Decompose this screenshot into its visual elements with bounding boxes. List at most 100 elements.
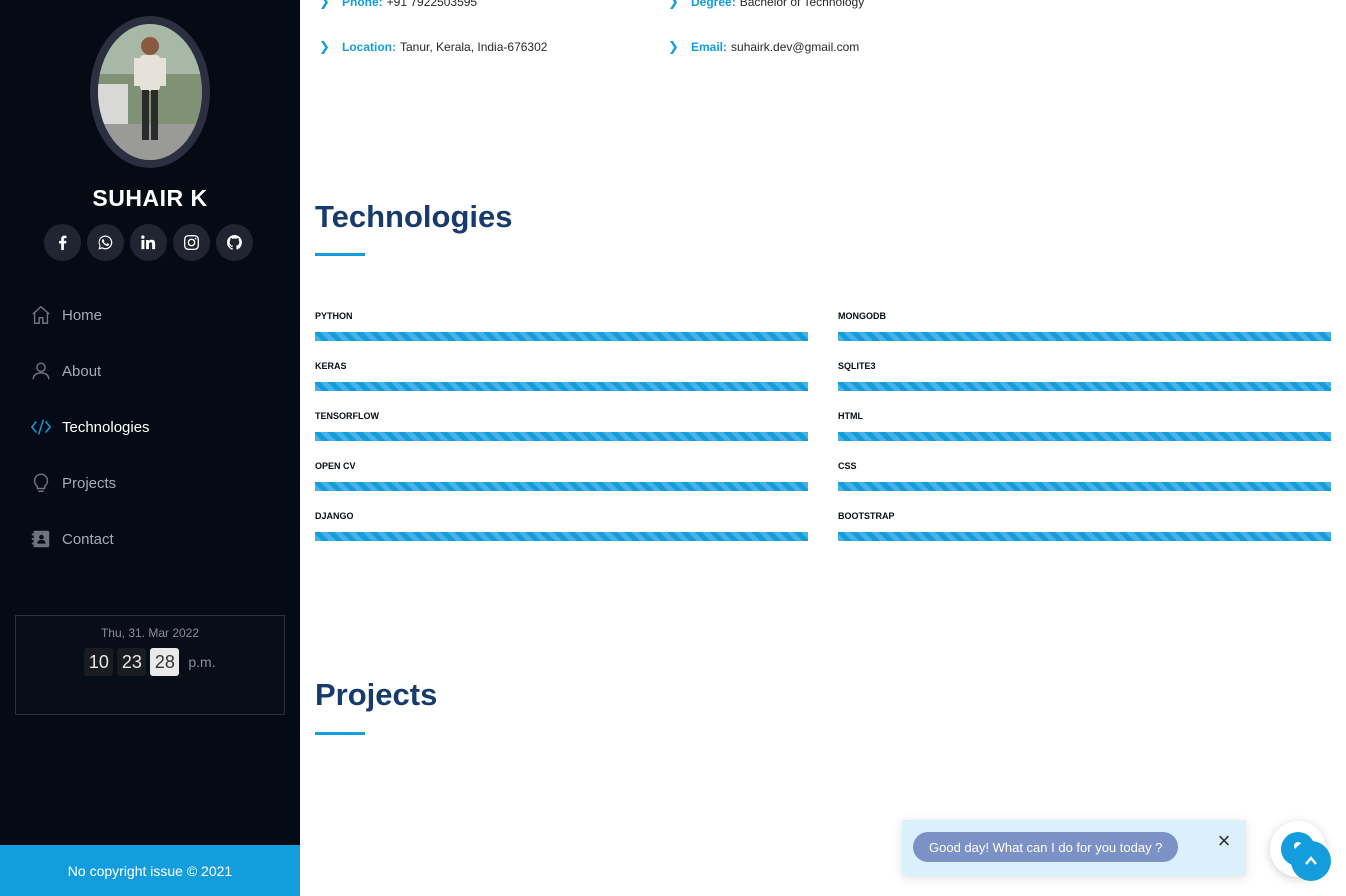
user-icon [30, 360, 52, 382]
chat-greeting[interactable]: Good day! What can I do for you today ? [913, 832, 1179, 862]
lightbulb-icon [30, 472, 52, 494]
home-icon [30, 304, 52, 326]
skill-item: MONGODB [838, 311, 1331, 341]
info-phone: ❯ Phone: +91 7922503595 [319, 0, 477, 10]
skill-item: CSS [838, 461, 1331, 491]
info-degree: ❯ Degree: Bachelor of Technology [668, 0, 864, 10]
sidebar: SUHAIR K Home About Technologies Project… [0, 0, 300, 896]
skill-name: SQLITE3 [838, 361, 876, 371]
skill-progress-track [838, 532, 1331, 541]
social-links [44, 224, 253, 261]
skill-progress-track [838, 332, 1331, 341]
skill-item: PYTHON [315, 311, 808, 341]
clock-date: Thu, 31. Mar 2022 [100, 626, 200, 640]
info-value: suhairk.dev@gmail.com [731, 40, 860, 54]
skill-name: BOOTSTRAP [838, 511, 895, 521]
skill-progress-track [315, 482, 808, 491]
nav-item-label: Technologies [62, 418, 150, 436]
linkedin-link[interactable] [130, 224, 167, 261]
chevron-right-icon: ❯ [668, 39, 679, 54]
skill-item: BOOTSTRAP [838, 511, 1331, 541]
main-content: ❯ Phone: +91 7922503595 ❯ Degree: Bachel… [300, 0, 1346, 896]
info-location: ❯ Location: Tanur, Kerala, India-676302 [319, 39, 547, 55]
skill-name: TENSORFLOW [315, 411, 379, 421]
back-to-top-button[interactable] [1291, 841, 1331, 881]
skill-item: KERAS [315, 361, 808, 391]
skill-progress-bar [838, 382, 1331, 391]
skill-progress-bar [838, 532, 1331, 541]
skill-progress-track [315, 332, 808, 341]
github-link[interactable] [216, 224, 253, 261]
linkedin-icon [141, 235, 156, 250]
instagram-link[interactable] [173, 224, 210, 261]
chat-popup: Good day! What can I do for you today ? … [902, 820, 1246, 876]
skill-item: OPEN CV [315, 461, 808, 491]
info-label: Location: [342, 40, 396, 54]
clock-ampm: p.m. [188, 654, 216, 670]
skill-progress-track [315, 532, 808, 541]
skill-progress-bar [315, 382, 808, 391]
skill-progress-bar [315, 532, 808, 541]
whatsapp-link[interactable] [87, 224, 124, 261]
info-email: ❯ Email: suhairk.dev@gmail.com [668, 39, 859, 55]
contact-card-icon [30, 528, 52, 550]
facebook-link[interactable] [44, 224, 81, 261]
info-label: Degree: [691, 0, 736, 9]
skill-name: MONGODB [838, 311, 886, 321]
skill-progress-track [838, 482, 1331, 491]
nav-item-projects[interactable]: Projects [30, 455, 270, 511]
section-title-projects: Projects [315, 677, 438, 712]
skill-progress-track [315, 432, 808, 441]
info-label: Email: [691, 40, 728, 54]
clock-seconds: 28 [150, 648, 180, 676]
skill-name: KERAS [315, 361, 347, 371]
skill-item: DJANGO [315, 511, 808, 541]
chevron-right-icon: ❯ [668, 0, 679, 9]
skill-item: SQLITE3 [838, 361, 1331, 391]
nav-item-technologies[interactable]: Technologies [30, 399, 270, 455]
skill-progress-bar [838, 332, 1331, 341]
skill-name: PYTHON [315, 311, 353, 321]
section-title-technologies: Technologies [315, 199, 513, 234]
skill-progress-bar [315, 432, 808, 441]
close-icon[interactable]: × [1215, 830, 1233, 852]
nav-menu: Home About Technologies Projects Contact [30, 287, 270, 567]
chevron-right-icon: ❯ [319, 39, 330, 54]
nav-item-label: Home [62, 306, 103, 324]
skill-progress-bar [838, 432, 1331, 441]
skill-name: HTML [838, 411, 863, 421]
facebook-icon [59, 235, 67, 250]
instagram-icon [184, 235, 199, 250]
skill-name: CSS [838, 461, 857, 471]
nav-item-contact[interactable]: Contact [30, 511, 270, 567]
skill-progress-bar [315, 482, 808, 491]
avatar [90, 16, 210, 168]
skill-item: TENSORFLOW [315, 411, 808, 441]
nav-item-label: About [62, 362, 102, 380]
nav-item-about[interactable]: About [30, 343, 270, 399]
title-underline [315, 732, 365, 735]
info-value: Tanur, Kerala, India-676302 [400, 40, 548, 54]
clock-time: 10 23 28 p.m. [16, 648, 284, 676]
github-icon [227, 235, 242, 250]
skill-item: HTML [838, 411, 1331, 441]
nav-item-label: Projects [62, 474, 117, 492]
code-icon [30, 416, 52, 438]
nav-item-home[interactable]: Home [30, 287, 270, 343]
chevron-right-icon: ❯ [319, 0, 330, 9]
info-value: Bachelor of Technology [739, 0, 865, 9]
profile-photo [98, 24, 202, 160]
skill-progress-track [838, 432, 1331, 441]
nav-item-label: Contact [62, 530, 114, 548]
chevron-up-icon [1305, 856, 1317, 865]
clock-minutes: 23 [117, 648, 147, 676]
whatsapp-icon [98, 235, 113, 250]
info-value: +91 7922503595 [386, 0, 478, 9]
footer-copyright: No copyright issue © 2021 [0, 845, 300, 896]
skill-progress-bar [315, 332, 808, 341]
skill-name: DJANGO [315, 511, 354, 521]
clock-hours: 10 [84, 648, 114, 676]
info-label: Phone: [342, 0, 383, 9]
skill-name: OPEN CV [315, 461, 356, 471]
skill-progress-track [315, 382, 808, 391]
